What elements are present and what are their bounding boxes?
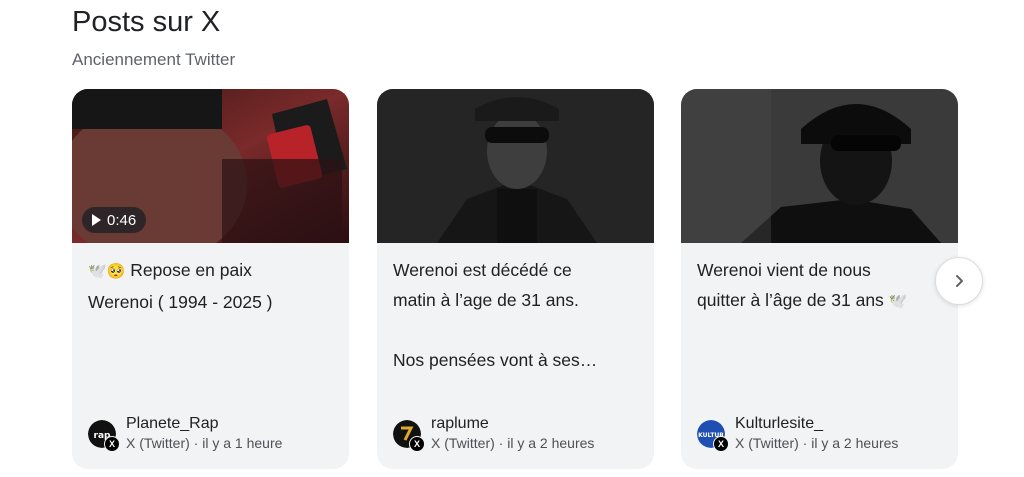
next-button[interactable] xyxy=(935,257,983,305)
post-source: X (Twitter) xyxy=(735,435,799,451)
post-card[interactable]: Werenoi vient de nous quitter à l’âge de… xyxy=(681,89,958,469)
post-thumbnail[interactable] xyxy=(377,89,654,243)
post-author[interactable]: KULTUR X Kulturlesite_ X (Twitter) · il … xyxy=(697,415,952,455)
post-thumbnail[interactable]: 0:46 xyxy=(72,89,349,243)
post-card[interactable]: 0:46 🕊️🥺 Repose en paix Werenoi ( 1994 -… xyxy=(72,89,349,469)
x-logo-icon: X xyxy=(104,436,120,452)
post-text: Werenoi est décédé ce matin à l’age de 3… xyxy=(393,260,598,370)
post-author[interactable]: X raplume X (Twitter) · il y a 2 heures xyxy=(393,415,648,455)
meta-separator: · xyxy=(498,435,504,451)
post-card[interactable]: Werenoi est décédé ce matin à l’age de 3… xyxy=(377,89,654,469)
post-author[interactable]: rap X Planete_Rap X (Twitter) · il y a 1… xyxy=(88,415,343,455)
post-time: il y a 2 heures xyxy=(811,435,899,451)
x-logo-icon: X xyxy=(409,436,425,452)
play-icon xyxy=(92,214,101,226)
author-name: raplume xyxy=(431,415,489,432)
author-name: Kulturlesite_ xyxy=(735,415,824,432)
post-meta: X (Twitter) · il y a 2 heures xyxy=(735,435,898,451)
post-source: X (Twitter) xyxy=(431,435,495,451)
page-title: Posts sur X xyxy=(72,6,221,38)
chevron-right-icon xyxy=(956,275,963,287)
video-duration: 0:46 xyxy=(107,211,137,229)
post-meta: X (Twitter) · il y a 1 heure xyxy=(126,435,282,451)
meta-separator: · xyxy=(193,435,199,451)
x-logo-icon: X xyxy=(713,436,729,452)
post-text: 🕊️🥺 Repose en paix Werenoi ( 1994 - 2025… xyxy=(88,255,338,317)
post-time: il y a 2 heures xyxy=(507,435,595,451)
post-text: Werenoi vient de nous quitter à l’âge de… xyxy=(697,255,947,317)
page-subtitle: Anciennement Twitter xyxy=(72,50,236,69)
post-source: X (Twitter) xyxy=(126,435,190,451)
post-body: Werenoi vient de nous quitter à l’âge de… xyxy=(697,260,884,310)
post-meta: X (Twitter) · il y a 2 heures xyxy=(431,435,594,451)
author-name: Planete_Rap xyxy=(126,415,219,432)
meta-separator: · xyxy=(802,435,808,451)
emoji-prefix: 🕊️🥺 xyxy=(88,263,126,280)
post-thumbnail[interactable] xyxy=(681,89,958,243)
post-time: il y a 1 heure xyxy=(202,435,283,451)
video-duration-badge: 0:46 xyxy=(82,207,147,233)
emoji-suffix: 🕊️ xyxy=(888,293,908,310)
